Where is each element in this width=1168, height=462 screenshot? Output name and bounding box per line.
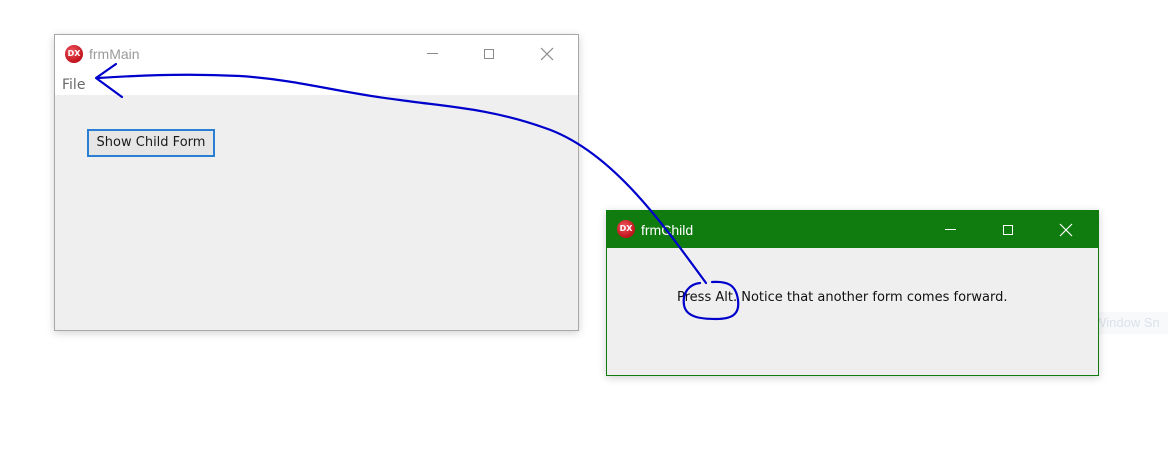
main-window-title: frmMain: [89, 46, 140, 62]
show-child-form-button[interactable]: Show Child Form: [87, 129, 215, 157]
minimize-icon: [944, 229, 956, 230]
maximize-icon: [1003, 224, 1013, 235]
close-icon: [540, 47, 554, 60]
main-titlebar[interactable]: DX frmMain: [55, 35, 578, 72]
minimize-button[interactable]: [403, 35, 461, 72]
menu-item-file[interactable]: File: [62, 77, 85, 93]
main-menubar: File: [55, 72, 578, 95]
child-window-title: frmChild: [641, 222, 694, 238]
child-message-label: Press Alt. Notice that another form come…: [677, 290, 1008, 305]
app-logo-icon: DX: [617, 220, 635, 238]
child-window: DX frmChild Press Alt. Notice that anoth…: [606, 210, 1099, 376]
maximize-button[interactable]: [460, 35, 518, 72]
app-logo-icon: DX: [65, 45, 83, 63]
close-button[interactable]: [518, 35, 576, 72]
main-window: DX frmMain File Show Child Form: [54, 34, 579, 331]
close-button[interactable]: [1037, 211, 1095, 248]
minimize-button[interactable]: [921, 211, 979, 248]
close-icon: [1059, 223, 1073, 236]
maximize-icon: [484, 48, 494, 59]
maximize-button[interactable]: [979, 211, 1037, 248]
child-titlebar[interactable]: DX frmChild: [607, 211, 1098, 248]
minimize-icon: [426, 53, 438, 54]
